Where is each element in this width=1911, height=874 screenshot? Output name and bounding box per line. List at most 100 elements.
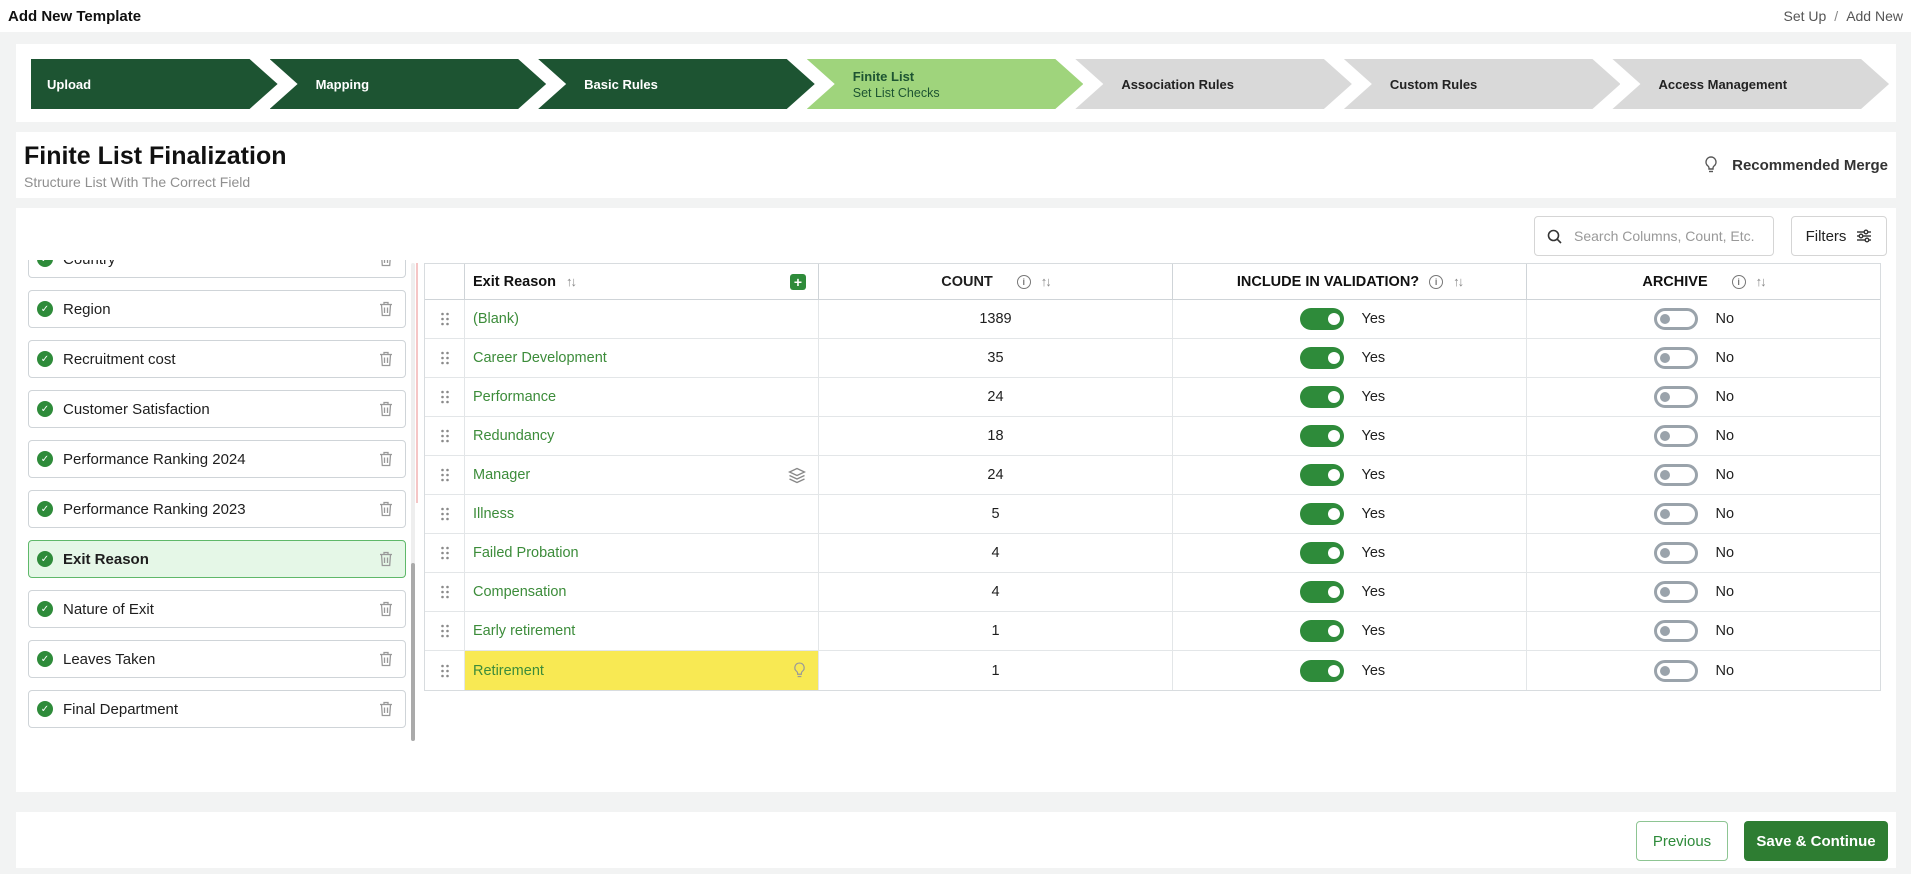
value-name-cell[interactable]: Early retirement [465,612,819,650]
trash-icon[interactable] [379,501,393,517]
drag-handle-icon[interactable] [440,585,450,599]
trash-icon[interactable] [379,351,393,367]
drag-handle-icon[interactable] [440,468,450,482]
value-name-cell[interactable]: Compensation [465,573,819,611]
archive-toggle[interactable] [1653,581,1698,603]
step-access-management[interactable]: Access Management [1612,59,1889,109]
field-item[interactable]: ✓ Final Department [28,690,406,728]
archive-toggle[interactable] [1653,308,1698,330]
archive-toggle[interactable] [1653,542,1698,564]
include-validation-toggle[interactable] [1299,542,1344,564]
value-name-cell[interactable]: Performance [465,378,819,416]
breadcrumb-add-new[interactable]: Add New [1846,8,1903,24]
trash-icon[interactable] [379,260,393,267]
field-item[interactable]: ✓ Performance Ranking 2023 [28,490,406,528]
trash-icon[interactable] [379,401,393,417]
field-item[interactable]: ✓ Leaves Taken [28,640,406,678]
include-validation-toggle[interactable] [1299,386,1344,408]
field-item[interactable]: ✓ Country [28,260,406,278]
info-icon[interactable]: i [1016,274,1031,289]
archive-toggle[interactable] [1653,425,1698,447]
breadcrumb-setup[interactable]: Set Up [1783,8,1826,24]
trash-icon[interactable] [379,451,393,467]
field-item[interactable]: ✓ Exit Reason [28,540,406,578]
include-validation-toggle[interactable] [1299,620,1344,642]
sort-icon[interactable]: ↑↓ [1756,274,1767,289]
archive-toggle[interactable] [1653,659,1698,682]
value-name-cell[interactable]: Manager [465,456,819,494]
search-box[interactable] [1534,216,1774,256]
sort-icon[interactable]: ↑↓ [566,274,790,289]
table-row[interactable]: Career Development 35 Yes No [425,339,1880,378]
table-row[interactable]: (Blank) 1389 Yes No [425,300,1880,339]
table-row[interactable]: Failed Probation 4 Yes No [425,534,1880,573]
include-validation-toggle[interactable] [1299,425,1344,447]
value-name-cell[interactable]: Career Development [465,339,819,377]
previous-button[interactable]: Previous [1636,821,1728,861]
step-basic-rules[interactable]: Basic Rules [538,59,815,109]
include-validation-toggle[interactable] [1299,581,1344,603]
drag-handle-icon[interactable] [440,664,450,678]
drag-handle-icon[interactable] [440,624,450,638]
table-row[interactable]: Redundancy 18 Yes No [425,417,1880,456]
sort-icon[interactable]: ↑↓ [1453,274,1464,289]
trash-icon[interactable] [379,651,393,667]
value-name-cell[interactable]: Retirement [465,651,819,690]
step-finite-list[interactable]: Finite List Set List Checks [807,59,1084,109]
trash-icon[interactable] [379,601,393,617]
archive-toggle[interactable] [1653,620,1698,642]
step-association-rules[interactable]: Association Rules [1075,59,1352,109]
drag-handle-icon[interactable] [440,546,450,560]
save-continue-button[interactable]: Save & Continue [1744,821,1888,861]
archive-toggle[interactable] [1653,386,1698,408]
layers-icon[interactable] [788,467,806,484]
archive-toggle[interactable] [1653,503,1698,525]
step-custom-rules[interactable]: Custom Rules [1344,59,1621,109]
field-item[interactable]: ✓ Recruitment cost [28,340,406,378]
field-item[interactable]: ✓ Customer Satisfaction [28,390,406,428]
table-row[interactable]: Compensation 4 Yes No [425,573,1880,612]
table-row[interactable]: Performance 24 Yes No [425,378,1880,417]
step-upload[interactable]: Upload [31,59,278,109]
step-mapping[interactable]: Mapping [270,59,547,109]
archive-label: No [1715,428,1735,444]
lightbulb-icon[interactable] [793,662,806,679]
page-header-title: Add New Template [8,7,142,25]
trash-icon[interactable] [379,701,393,717]
filters-button[interactable]: Filters [1791,216,1887,256]
sort-icon[interactable]: ↑↓ [1041,274,1052,289]
scrollbar-thumb[interactable] [411,563,415,741]
table-row[interactable]: Retirement 1 Yes No [425,651,1880,690]
value-name-cell[interactable]: Illness [465,495,819,533]
trash-icon[interactable] [379,301,393,317]
drag-handle-icon[interactable] [440,390,450,404]
include-validation-toggle[interactable] [1299,659,1344,682]
add-value-button[interactable]: + [790,273,806,290]
drag-handle-icon[interactable] [440,312,450,326]
table-row[interactable]: Manager 24 Yes No [425,456,1880,495]
step-label: Basic Rules [584,76,658,92]
search-input[interactable] [1574,228,1761,244]
table-row[interactable]: Illness 5 Yes No [425,495,1880,534]
trash-icon[interactable] [379,551,393,567]
drag-handle-icon[interactable] [440,429,450,443]
value-name-cell[interactable]: Failed Probation [465,534,819,572]
include-validation-toggle[interactable] [1299,308,1344,330]
field-list-scrollbar[interactable] [411,263,415,741]
table-row[interactable]: Early retirement 1 Yes No [425,612,1880,651]
include-validation-toggle[interactable] [1299,503,1344,525]
info-icon[interactable]: i [1731,274,1746,289]
drag-handle-icon[interactable] [440,507,450,521]
archive-toggle[interactable] [1653,464,1698,486]
drag-handle-icon[interactable] [440,351,450,365]
include-validation-toggle[interactable] [1299,347,1344,369]
field-item[interactable]: ✓ Performance Ranking 2024 [28,440,406,478]
info-icon[interactable]: i [1429,274,1444,289]
value-name-cell[interactable]: (Blank) [465,300,819,338]
include-validation-toggle[interactable] [1299,464,1344,486]
recommended-merge-button[interactable]: Recommended Merge [1704,156,1888,174]
archive-toggle[interactable] [1653,347,1698,369]
value-name-cell[interactable]: Redundancy [465,417,819,455]
field-item[interactable]: ✓ Nature of Exit [28,590,406,628]
field-item[interactable]: ✓ Region [28,290,406,328]
